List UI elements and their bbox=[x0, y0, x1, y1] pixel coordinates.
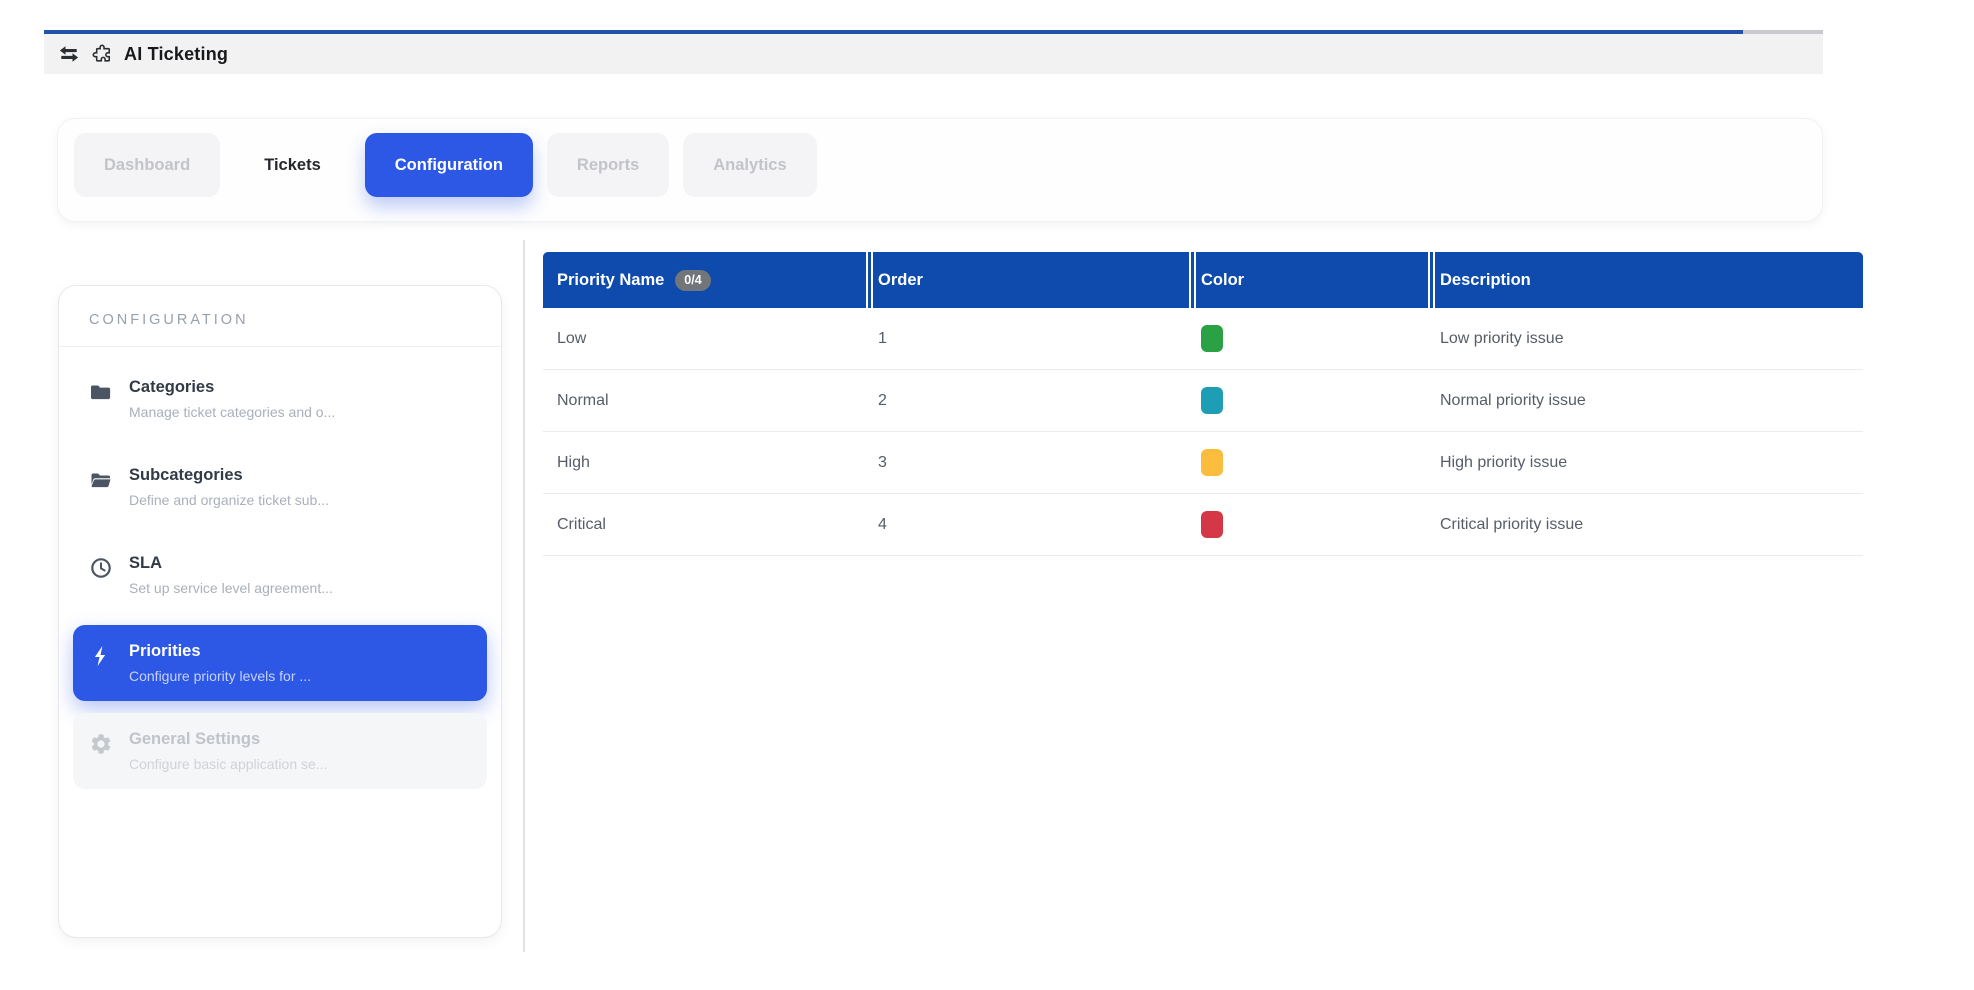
swap-arrows-icon[interactable] bbox=[58, 43, 80, 65]
sidebar-item-description: Configure priority levels for ... bbox=[129, 668, 311, 684]
column-header-color: Color bbox=[1183, 252, 1422, 308]
cell-order[interactable]: 2 bbox=[860, 392, 1183, 410]
cell-color bbox=[1183, 511, 1422, 538]
sidebar-item-label: Subcategories bbox=[129, 466, 329, 485]
column-header-label: Priority Name bbox=[557, 271, 664, 290]
content-splitter[interactable] bbox=[523, 240, 525, 952]
cell-order[interactable]: 4 bbox=[860, 516, 1183, 534]
sidebar-title: CONFIGURATION bbox=[59, 286, 501, 347]
configuration-sidebar: CONFIGURATION Categories Manage ticket c… bbox=[58, 285, 502, 938]
app-title: AI Ticketing bbox=[124, 44, 228, 65]
color-swatch[interactable] bbox=[1201, 325, 1223, 352]
sidebar-item-subcategories[interactable]: Subcategories Define and organize ticket… bbox=[73, 449, 487, 525]
cell-color bbox=[1183, 387, 1422, 414]
tab-dashboard[interactable]: Dashboard bbox=[74, 133, 220, 197]
column-header-label: Description bbox=[1440, 271, 1531, 290]
column-resize-handle[interactable] bbox=[1189, 252, 1196, 308]
cell-order[interactable]: 3 bbox=[860, 454, 1183, 472]
tab-analytics[interactable]: Analytics bbox=[683, 133, 816, 197]
sidebar-item-label: Priorities bbox=[129, 642, 311, 661]
cell-color bbox=[1183, 325, 1422, 352]
sidebar-item-general-settings: General Settings Configure basic applica… bbox=[73, 713, 487, 789]
column-header-description: Description bbox=[1422, 252, 1863, 308]
cell-priority-name[interactable]: Low bbox=[543, 330, 860, 348]
folder-open-icon bbox=[89, 466, 115, 492]
column-header-priority-name: Priority Name 0/4 bbox=[543, 252, 860, 308]
sidebar-item-label: Categories bbox=[129, 378, 335, 397]
puzzle-icon bbox=[91, 43, 113, 65]
cell-description[interactable]: Critical priority issue bbox=[1422, 516, 1863, 534]
tabs-card: Dashboard Tickets Configuration Reports … bbox=[57, 118, 1823, 222]
column-header-label: Color bbox=[1201, 271, 1244, 290]
cell-priority-name[interactable]: Critical bbox=[543, 516, 860, 534]
table-header-row: Priority Name 0/4 Order Color Descriptio… bbox=[543, 252, 1863, 308]
tab-bar: Dashboard Tickets Configuration Reports … bbox=[58, 119, 1822, 197]
selection-count-badge: 0/4 bbox=[675, 270, 710, 291]
bolt-icon bbox=[89, 642, 115, 668]
folder-icon bbox=[89, 378, 115, 404]
cell-priority-name[interactable]: High bbox=[543, 454, 860, 472]
column-header-order: Order bbox=[860, 252, 1183, 308]
cell-priority-name[interactable]: Normal bbox=[543, 392, 860, 410]
sidebar-item-list: Categories Manage ticket categories and … bbox=[59, 347, 501, 789]
tab-tickets[interactable]: Tickets bbox=[234, 133, 351, 197]
sidebar-item-priorities[interactable]: Priorities Configure priority levels for… bbox=[73, 625, 487, 701]
tab-reports[interactable]: Reports bbox=[547, 133, 669, 197]
app-window: AI Ticketing Dashboard Tickets Configura… bbox=[0, 0, 1974, 990]
column-header-label: Order bbox=[878, 271, 923, 290]
sidebar-item-label: General Settings bbox=[129, 730, 327, 749]
sidebar-item-description: Set up service level agreement... bbox=[129, 580, 333, 596]
sidebar-item-categories[interactable]: Categories Manage ticket categories and … bbox=[73, 361, 487, 437]
cell-description[interactable]: Normal priority issue bbox=[1422, 392, 1863, 410]
table-row[interactable]: High 3 High priority issue bbox=[543, 432, 1863, 494]
cell-order[interactable]: 1 bbox=[860, 330, 1183, 348]
cell-description[interactable]: Low priority issue bbox=[1422, 330, 1863, 348]
column-resize-handle[interactable] bbox=[1428, 252, 1435, 308]
color-swatch[interactable] bbox=[1201, 449, 1223, 476]
table-row[interactable]: Critical 4 Critical priority issue bbox=[543, 494, 1863, 556]
sidebar-item-sla[interactable]: SLA Set up service level agreement... bbox=[73, 537, 487, 613]
sidebar-item-description: Manage ticket categories and o... bbox=[129, 404, 335, 420]
clock-icon bbox=[89, 554, 115, 580]
cell-color bbox=[1183, 449, 1422, 476]
table-row[interactable]: Normal 2 Normal priority issue bbox=[543, 370, 1863, 432]
gear-icon bbox=[89, 730, 115, 756]
cell-description[interactable]: High priority issue bbox=[1422, 454, 1863, 472]
tab-configuration[interactable]: Configuration bbox=[365, 133, 533, 197]
titlebar: AI Ticketing bbox=[44, 34, 1823, 74]
priorities-table: Priority Name 0/4 Order Color Descriptio… bbox=[543, 252, 1863, 556]
table-row[interactable]: Low 1 Low priority issue bbox=[543, 308, 1863, 370]
sidebar-item-description: Define and organize ticket sub... bbox=[129, 492, 329, 508]
sidebar-item-label: SLA bbox=[129, 554, 333, 573]
column-resize-handle[interactable] bbox=[866, 252, 873, 308]
color-swatch[interactable] bbox=[1201, 511, 1223, 538]
color-swatch[interactable] bbox=[1201, 387, 1223, 414]
sidebar-item-description: Configure basic application se... bbox=[129, 756, 327, 772]
